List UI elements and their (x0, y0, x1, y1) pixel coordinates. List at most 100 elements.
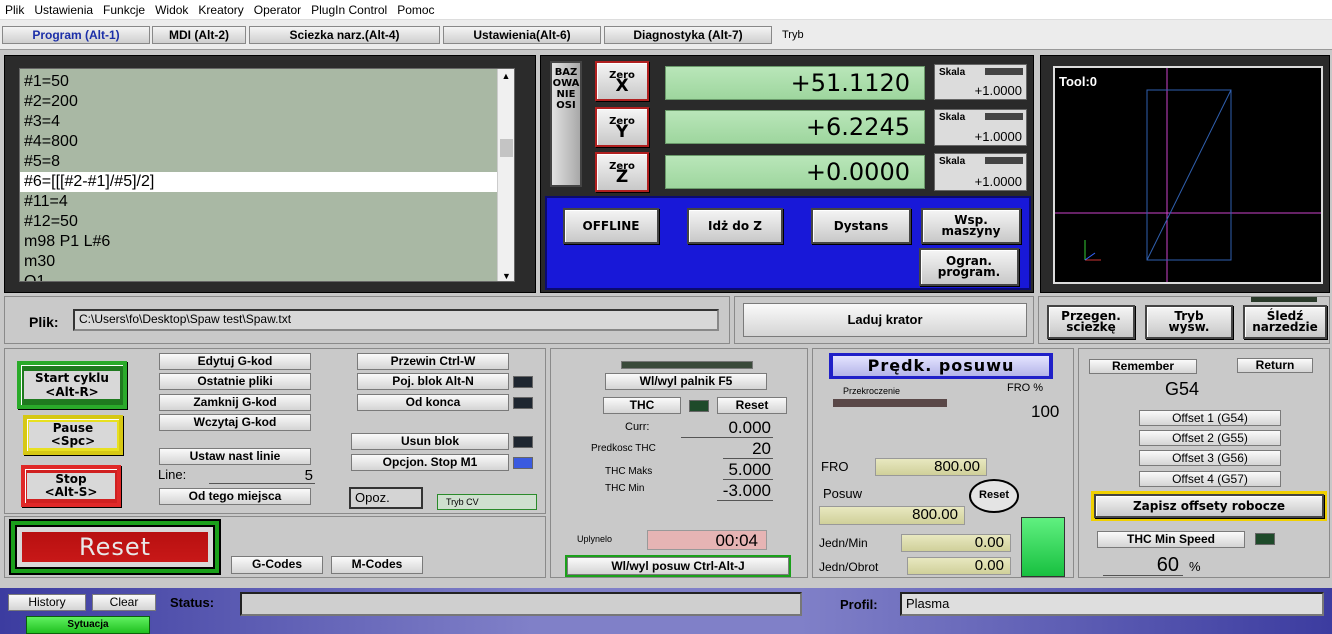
wsp-maszyny-button[interactable]: Wsp. maszyny (921, 208, 1021, 244)
skala-y-value[interactable]: +1.0000 (975, 129, 1022, 144)
thc-reset-button[interactable]: Reset (717, 397, 787, 414)
thc-button[interactable]: THC (603, 397, 681, 414)
opoz-field[interactable]: Opoz. (349, 487, 423, 509)
ostatnie-pliki-button[interactable]: Ostatnie pliki (159, 373, 311, 390)
dro-x-value[interactable]: +51.1120 (665, 66, 925, 100)
gcode-line[interactable]: #3=4 (20, 112, 514, 132)
przegen-sciezke-button[interactable]: Przegen. sciezkę (1047, 305, 1135, 339)
return-button[interactable]: Return (1237, 358, 1313, 373)
menu-pomoc[interactable]: Pomoc (392, 3, 439, 17)
tab-diagnostyka[interactable]: Diagnostyka (Alt-7) (604, 26, 772, 44)
przewin-button[interactable]: Przewin Ctrl-W (357, 353, 509, 370)
posuw-value[interactable]: 800.00 (819, 506, 965, 525)
menu-operator[interactable]: Operator (249, 3, 306, 17)
zero-z-button[interactable]: Zero Z (595, 152, 649, 192)
wczytaj-gkod-button[interactable]: Wczytaj G-kod (159, 414, 311, 431)
menu-kreatory[interactable]: Kreatory (193, 3, 248, 17)
thc-min-speed-value[interactable]: 60 (1103, 554, 1183, 576)
jedn-obrot-label: Jedn/Obrot (819, 560, 879, 574)
predkosc-thc-value[interactable]: 20 (723, 440, 773, 459)
zapisz-offsety-button[interactable]: Zapisz offsety robocze (1091, 491, 1327, 521)
history-button[interactable]: History (8, 594, 86, 611)
fro-value[interactable]: 800.00 (875, 458, 987, 476)
uplynelo-value: 00:04 (647, 530, 767, 550)
dro-z-value[interactable]: +0.0000 (665, 155, 925, 189)
scroll-up-icon[interactable]: ▲ (498, 69, 514, 83)
menu-funkcje[interactable]: Funkcje (98, 3, 150, 17)
bazowanie-osi-button[interactable]: BAZOWANIE OSI (550, 61, 582, 187)
od-tego-miejsca-button[interactable]: Od tego miejsca (159, 488, 311, 505)
gcodes-button[interactable]: G-Codes (231, 556, 323, 574)
mcodes-button[interactable]: M-Codes (331, 556, 423, 574)
zero-x-button[interactable]: Zero X (595, 61, 649, 101)
file-path[interactable]: C:\Users\fo\Desktop\Spaw test\Spaw.txt (73, 309, 719, 331)
gcode-listing[interactable]: #1=50 #2=200 #3=4 #4=800 #5=8 #6=[[[#2-#1]/#5… (19, 68, 515, 282)
sledz-narzedzie-button[interactable]: Śledź narzedzie (1243, 305, 1327, 339)
menu-ustawienia[interactable]: Ustawienia (29, 3, 98, 17)
fro-percent-value[interactable]: 100 (1031, 402, 1059, 422)
curr-value[interactable]: 0.000 (681, 419, 773, 438)
gcode-line[interactable]: #5=8 (20, 152, 514, 172)
gcode-panel: #1=50 #2=200 #3=4 #4=800 #5=8 #6=[[[#2-#1]/#5… (4, 55, 536, 293)
gcode-line[interactable]: #2=200 (20, 92, 514, 112)
gcode-line[interactable]: #11=4 (20, 192, 514, 212)
menu-bar: Plik Ustawienia Funkcje Widok Kreatory O… (0, 0, 1332, 20)
menu-widok[interactable]: Widok (150, 3, 193, 17)
gcode-line[interactable]: #1=50 (20, 72, 514, 92)
usun-blok-button[interactable]: Usun blok (351, 433, 509, 450)
laduj-panel: Laduj krator (734, 296, 1034, 344)
feed-reset-button[interactable]: Reset (969, 479, 1019, 513)
od-konca-button[interactable]: Od konca (357, 394, 509, 411)
clear-button[interactable]: Clear (92, 594, 156, 611)
gcode-line[interactable]: O1 (20, 272, 514, 281)
file-label: Plik: (29, 314, 59, 330)
remember-button[interactable]: Remember (1089, 359, 1197, 374)
skala-x-value[interactable]: +1.0000 (975, 83, 1022, 98)
reset-button[interactable]: Reset (9, 519, 221, 575)
menu-plugin-control[interactable]: PlugIn Control (306, 3, 392, 17)
thc-min-speed-button[interactable]: THC Min Speed (1097, 531, 1245, 548)
offset-3-button[interactable]: Offset 3 (G56) (1139, 450, 1281, 466)
feed-title: Prędk. posuwu (829, 353, 1053, 379)
tab-ustawienia[interactable]: Ustawienia(Alt-6) (443, 26, 601, 44)
gcode-line[interactable]: #12=50 (20, 212, 514, 232)
tab-sciezka[interactable]: Sciezka narz.(Alt-4) (249, 26, 440, 44)
ogran-program-button[interactable]: Ogran. program. (919, 248, 1019, 286)
toolpath-view[interactable]: Tool:0 (1053, 66, 1323, 284)
gcode-line[interactable]: m30 (20, 252, 514, 272)
stop-button[interactable]: Stop <Alt-S> (21, 465, 121, 507)
dystans-button[interactable]: Dystans (811, 208, 911, 244)
offset-1-button[interactable]: Offset 1 (G54) (1139, 410, 1281, 426)
laduj-krator-button[interactable]: Laduj krator (743, 303, 1027, 337)
zero-y-button[interactable]: Zero Y (595, 107, 649, 147)
tryb-wysw-button[interactable]: Tryb wysw. (1145, 305, 1233, 339)
thc-min-value[interactable]: -3.000 (717, 482, 773, 501)
offset-4-button[interactable]: Offset 4 (G57) (1139, 471, 1281, 487)
zamknij-gkod-button[interactable]: Zamknij G-kod (159, 394, 311, 411)
idz-do-z-button[interactable]: Idż do Z (687, 208, 783, 244)
opcjon-stop-button[interactable]: Opcjon. Stop M1 (351, 454, 509, 471)
scroll-down-icon[interactable]: ▼ (498, 269, 514, 281)
offline-button[interactable]: OFFLINE (563, 208, 659, 244)
start-cycle-button[interactable]: Start cyklu <Alt-R> (17, 361, 127, 409)
scroll-thumb[interactable] (500, 139, 513, 157)
edytuj-gkod-button[interactable]: Edytuj G-kod (159, 353, 311, 370)
gcode-scrollbar[interactable]: ▲ ▼ (497, 69, 514, 281)
poj-blok-button[interactable]: Poj. blok Alt-N (357, 373, 509, 390)
tab-mdi[interactable]: MDI (Alt-2) (152, 26, 246, 44)
gcode-line[interactable]: m98 P1 L#6 (20, 232, 514, 252)
ustaw-nast-linie-button[interactable]: Ustaw nast linie (159, 448, 311, 465)
gcode-line[interactable]: #6=[[[#2-#1]/#5]/2] (20, 172, 514, 192)
wl-posuw-button[interactable]: Wl/wyl posuw Ctrl-Alt-J (565, 555, 791, 577)
wl-palnik-button[interactable]: Wl/wyl palnik F5 (605, 373, 767, 390)
sytuacja-button[interactable]: Sytuacja (26, 616, 150, 634)
line-value[interactable]: 5 (209, 467, 315, 484)
dro-y-value[interactable]: +6.2245 (665, 110, 925, 144)
menu-plik[interactable]: Plik (0, 3, 29, 17)
gcode-line[interactable]: #4=800 (20, 132, 514, 152)
thc-maks-value[interactable]: 5.000 (723, 461, 773, 480)
tab-program[interactable]: Program (Alt-1) (2, 26, 150, 44)
skala-z-value[interactable]: +1.0000 (975, 174, 1022, 189)
pause-button[interactable]: Pause <Spc> (23, 415, 123, 455)
offset-2-button[interactable]: Offset 2 (G55) (1139, 430, 1281, 446)
